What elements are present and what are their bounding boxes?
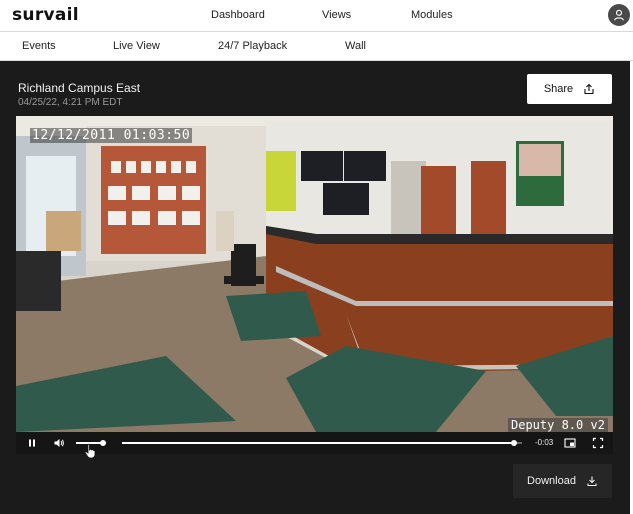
video-frame[interactable]: 12/12/2011 01:03:50 Deputy 8.0 v2 — [16, 116, 613, 432]
seek-bar[interactable] — [122, 440, 522, 446]
download-button[interactable]: Download — [513, 464, 612, 498]
volume-icon[interactable] — [53, 437, 65, 449]
top-nav: survail Dashboard Views Modules — [0, 0, 633, 31]
picture-in-picture-icon[interactable] — [564, 437, 576, 449]
overlay-timestamp: 12/12/2011 01:03:50 — [30, 128, 193, 143]
user-avatar[interactable] — [608, 4, 630, 26]
brand-logo[interactable]: survail — [12, 5, 79, 25]
download-label: Download — [527, 475, 576, 487]
user-icon — [614, 9, 624, 21]
tab-playback[interactable]: 24/7 Playback — [218, 40, 287, 52]
tab-events[interactable]: Events — [22, 40, 56, 52]
nav-modules[interactable]: Modules — [411, 9, 453, 21]
share-icon — [584, 83, 594, 95]
download-icon — [587, 476, 597, 487]
tab-wall[interactable]: Wall — [345, 40, 366, 52]
fullscreen-icon[interactable] — [592, 437, 604, 449]
sub-nav: Events Live View 24/7 Playback Wall — [0, 32, 633, 60]
camera-timestamp: 04/25/22, 4:21 PM EDT — [18, 97, 123, 108]
volume-handle[interactable] — [100, 440, 106, 446]
share-button[interactable]: Share — [527, 74, 612, 104]
camera-title: Richland Campus East — [18, 81, 141, 95]
nav-dashboard[interactable]: Dashboard — [211, 9, 265, 21]
overlay-version: Deputy 8.0 v2 — [508, 418, 608, 432]
time-remaining: -0:03 — [535, 438, 554, 447]
seek-progress — [122, 442, 514, 444]
share-label: Share — [543, 83, 574, 95]
hand-cursor-icon — [84, 443, 96, 459]
tab-live-view[interactable]: Live View — [113, 40, 160, 52]
nav-views[interactable]: Views — [322, 9, 351, 21]
pause-icon[interactable] — [26, 437, 38, 449]
player-controls: -0:03 — [16, 432, 613, 454]
camera-feed-image — [16, 116, 613, 432]
seek-handle[interactable] — [511, 440, 517, 446]
